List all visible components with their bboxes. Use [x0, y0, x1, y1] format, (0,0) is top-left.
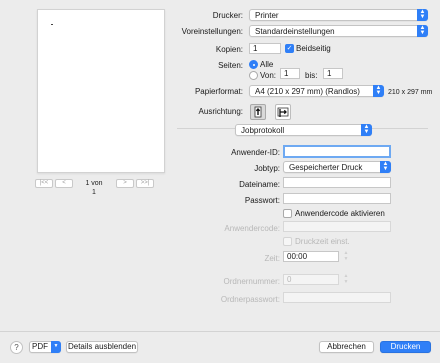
first-page-button[interactable]: |<< — [35, 179, 53, 188]
filename-label: Dateiname: — [239, 180, 280, 189]
password-input[interactable] — [283, 193, 391, 204]
paper-size-label: Papierformat: — [194, 87, 243, 96]
paper-size-select[interactable]: A4 (210 x 297 mm) (Randlos) ▲ ▼ — [249, 85, 384, 97]
chevron-updown-icon: ▲ ▼ — [380, 161, 391, 173]
usercode-enable-checkbox[interactable] — [283, 209, 292, 218]
pages-all-radio[interactable] — [249, 60, 258, 69]
preview-content — [51, 24, 53, 25]
prev-page-button[interactable]: < — [55, 179, 73, 188]
section-value: Jobprotokoll — [241, 126, 285, 135]
presets-label: Voreinstellungen: — [181, 27, 243, 36]
printer-label: Drucker: — [212, 11, 243, 20]
usercode-label: Anwendercode: — [224, 224, 280, 233]
job-type-label: Jobtyp: — [254, 164, 280, 173]
print-button[interactable]: Drucken — [380, 341, 431, 353]
landscape-orientation-button[interactable] — [275, 104, 291, 120]
cancel-button[interactable]: Abbrechen — [319, 341, 374, 353]
order-number-stepper[interactable]: ▲ ▼ — [342, 273, 350, 286]
pages-label: Seiten: — [218, 61, 243, 70]
stepper-down-icon[interactable]: ▼ — [342, 256, 350, 262]
user-id-input[interactable] — [283, 145, 391, 158]
footer-separator — [0, 331, 440, 332]
paper-size-value: A4 (210 x 297 mm) (Randlos) — [255, 87, 360, 96]
printer-select[interactable]: Printer ▲ ▼ — [249, 9, 428, 21]
chevron-updown-icon: ▲ ▼ — [417, 9, 428, 21]
pages-from-label: Von: — [260, 71, 277, 80]
copies-value: 1 — [253, 44, 258, 53]
section-select[interactable]: Jobprotokoll ▲ ▼ — [235, 124, 372, 136]
pages-to-label: bis: — [305, 71, 318, 80]
copies-label: Kopien: — [215, 45, 243, 54]
pages-from-input[interactable]: 1 — [280, 68, 300, 79]
password-label: Passwort: — [244, 196, 280, 205]
last-page-button[interactable]: >>| — [136, 179, 154, 188]
pages-from-value: 1 — [284, 69, 289, 78]
chevron-updown-icon: ▲ ▼ — [373, 85, 384, 97]
usercode-input[interactable] — [283, 221, 391, 232]
page-indicator: 1 von 1 — [85, 180, 103, 196]
user-id-label: Anwender-ID: — [231, 148, 280, 157]
time-input[interactable]: 00:00 — [283, 251, 339, 262]
print-preview — [37, 9, 165, 173]
help-button[interactable]: ? — [10, 341, 23, 354]
filename-input[interactable] — [283, 177, 391, 188]
order-number-label: Ordnernummer: — [223, 277, 280, 286]
print-time-checkbox[interactable] — [283, 237, 292, 246]
presets-value: Standardeinstellungen — [255, 27, 335, 36]
pdf-menu-button[interactable]: PDF ▼ — [29, 341, 61, 353]
chevron-updown-icon: ▲ ▼ — [361, 124, 372, 136]
time-label: Zeit: — [264, 254, 280, 263]
stepper-down-icon[interactable]: ▼ — [342, 279, 350, 285]
pages-all-label: Alle — [260, 60, 274, 69]
portrait-icon — [254, 106, 262, 118]
time-stepper[interactable]: ▲ ▼ — [342, 250, 350, 263]
next-page-button[interactable]: > — [116, 179, 134, 188]
landscape-icon — [277, 107, 289, 117]
printer-value: Printer — [255, 11, 279, 20]
chevron-updown-icon: ▲ ▼ — [417, 25, 428, 37]
order-number-value: 0 — [287, 275, 292, 284]
orientation-label: Ausrichtung: — [198, 107, 243, 116]
usercode-enable-label: Anwendercode aktivieren — [295, 209, 385, 218]
order-password-label: Ordnerpasswort: — [220, 295, 280, 304]
time-value: 00:00 — [287, 252, 308, 261]
presets-select[interactable]: Standardeinstellungen ▲ ▼ — [249, 25, 428, 37]
chevron-down-icon: ▼ — [51, 341, 61, 353]
job-type-select[interactable]: Gespeicherter Druck ▲ ▼ — [283, 161, 391, 173]
details-toggle-button[interactable]: Details ausblenden — [66, 341, 138, 353]
paper-size-dimensions: 210 x 297 mm — [388, 89, 433, 96]
pages-to-input[interactable]: 1 — [323, 68, 343, 79]
copies-input[interactable]: 1 — [249, 43, 281, 54]
order-password-input[interactable] — [283, 292, 391, 303]
portrait-orientation-button[interactable] — [250, 104, 266, 120]
order-number-input[interactable]: 0 — [283, 274, 339, 285]
print-time-label: Druckzeit einst. — [295, 237, 350, 246]
duplex-checkbox[interactable]: ✓ — [285, 44, 294, 53]
job-type-value: Gespeicherter Druck — [289, 163, 363, 172]
pdf-label: PDF — [32, 342, 48, 351]
pages-range-radio[interactable] — [249, 71, 258, 80]
pages-to-value: 1 — [327, 69, 332, 78]
duplex-label: Beidseitig — [296, 44, 331, 53]
